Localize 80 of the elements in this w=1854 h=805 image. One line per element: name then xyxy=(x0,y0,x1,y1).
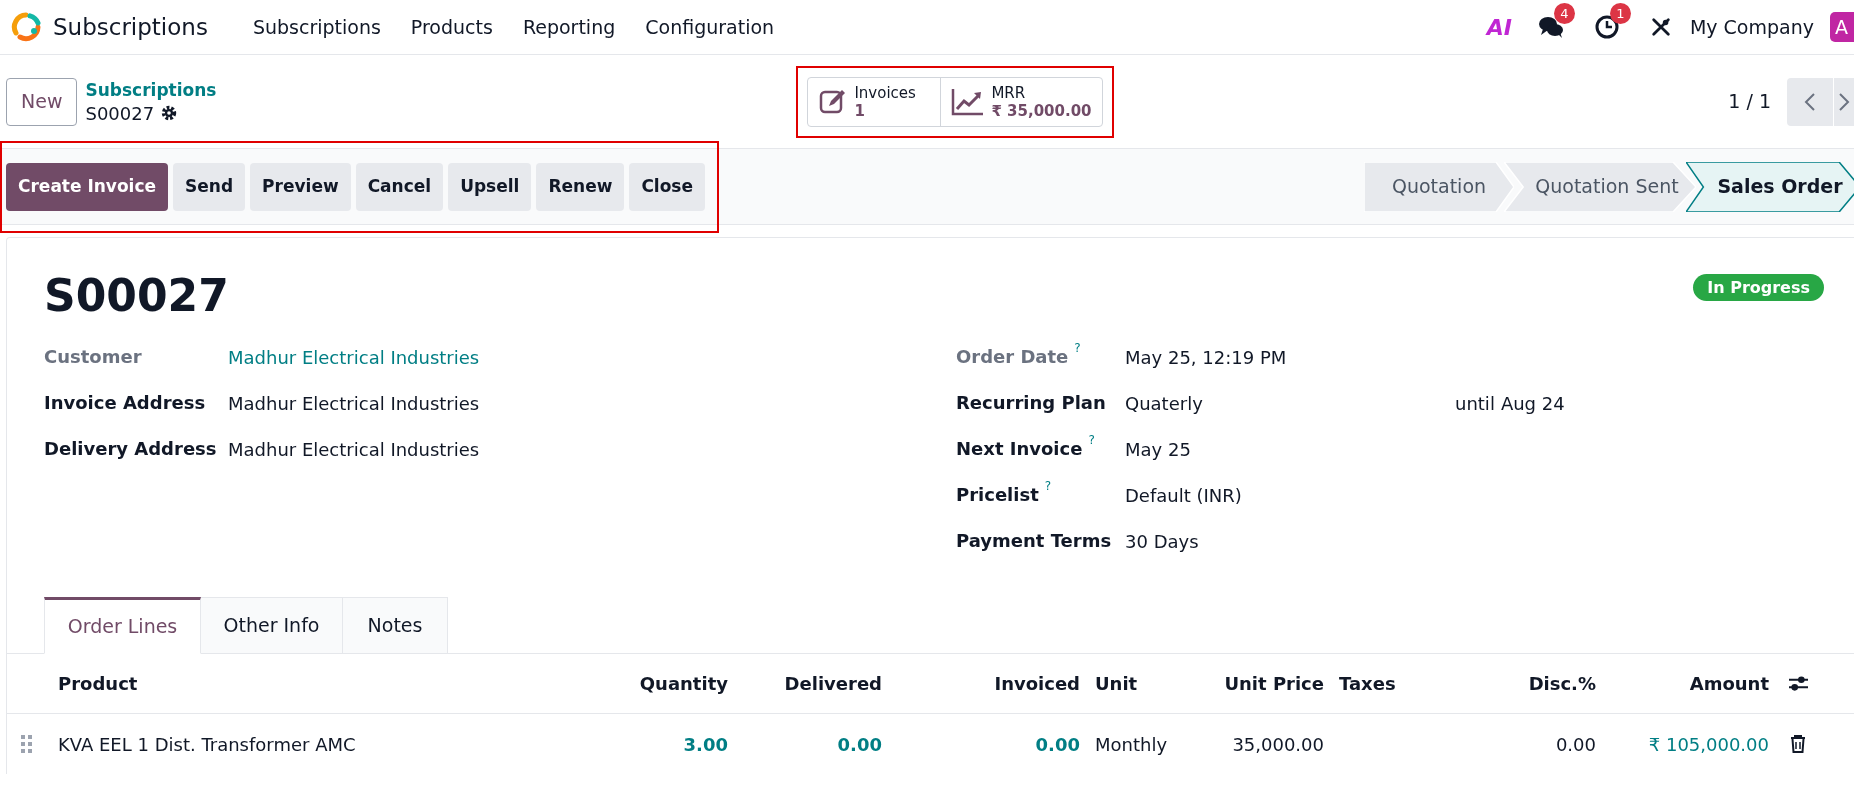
field-label: Payment Terms xyxy=(956,529,1112,553)
sliders-icon[interactable] xyxy=(1788,674,1809,693)
field-value: 30 Days xyxy=(1125,530,1200,554)
field-value: Madhur Electrical Industries xyxy=(228,392,481,416)
pager-value: 1 / 1 xyxy=(1728,89,1771,115)
tab[interactable]: Order Lines xyxy=(44,597,201,654)
table-cell-text: 35,000.00 xyxy=(1231,732,1324,757)
column-header[interactable]: Disc.% xyxy=(1524,670,1596,697)
action-button[interactable]: Cancel xyxy=(355,162,444,211)
next-button[interactable] xyxy=(1834,77,1854,126)
action-button[interactable]: Upsell xyxy=(448,162,532,211)
field-value: Madhur Electrical Industries xyxy=(228,438,481,462)
action-button[interactable]: Create Invoice xyxy=(6,162,169,211)
column-header[interactable]: Amount xyxy=(1596,670,1769,697)
chevron-left-icon xyxy=(1804,91,1816,112)
chevron-right-icon xyxy=(1838,91,1850,112)
field-label: Order Date xyxy=(956,345,1069,369)
help-icon[interactable]: ? xyxy=(1088,433,1095,447)
column-header[interactable]: Quantity xyxy=(598,670,728,697)
record-name: S00027 xyxy=(85,101,155,125)
app-logo-icon[interactable] xyxy=(10,11,42,43)
tab[interactable]: Notes xyxy=(343,597,448,654)
field-label: Customer xyxy=(44,345,142,369)
count-badge: 4 xyxy=(1553,3,1575,24)
column-header[interactable]: Invoiced xyxy=(882,670,1080,697)
action-button[interactable]: Preview xyxy=(250,162,351,211)
status-badge: In Progress xyxy=(1693,274,1824,301)
field-value: May 25, 12:19 PM xyxy=(1125,346,1288,370)
smart-button[interactable]: Invoices 1 xyxy=(808,77,941,126)
menu-item[interactable]: Products xyxy=(395,0,508,55)
field-value: May 25 xyxy=(1125,438,1192,462)
field-value: Default (INR) xyxy=(1125,484,1243,508)
column-header[interactable]: Product xyxy=(50,670,598,697)
customer-link[interactable]: Madhur Electrical Industries xyxy=(228,343,558,371)
user-avatar[interactable]: A xyxy=(1830,12,1854,42)
drag-handle-icon[interactable] xyxy=(21,735,33,753)
field-label: Delivery Address xyxy=(44,437,217,461)
field-value: Aug 24 xyxy=(1500,392,1565,416)
tools-icon[interactable] xyxy=(1649,16,1672,38)
menu-item[interactable]: Configuration xyxy=(630,0,790,55)
column-header[interactable]: Unit Price xyxy=(1188,670,1324,697)
action-button[interactable]: Send xyxy=(173,162,246,211)
trash-icon[interactable] xyxy=(1790,735,1806,753)
field-label: Next Invoice xyxy=(956,437,1083,461)
previous-button[interactable] xyxy=(1787,77,1833,126)
table-cell-text: KVA EEL 1 Dist. Transformer AMC xyxy=(57,732,357,757)
count-badge: 1 xyxy=(1609,3,1631,24)
settings-icon[interactable] xyxy=(160,104,179,122)
app-name[interactable]: Subscriptions xyxy=(53,9,208,45)
column-header[interactable]: Delivered xyxy=(728,670,882,697)
action-button[interactable]: Close xyxy=(629,162,705,211)
field-label: Pricelist xyxy=(956,483,1039,507)
column-header[interactable]: Taxes xyxy=(1324,670,1524,697)
new-button[interactable]: New xyxy=(6,77,78,126)
table-cell-text: 3.00 xyxy=(682,732,728,757)
company-switcher[interactable]: My Company xyxy=(1689,12,1814,42)
ai-button[interactable]: AI xyxy=(1486,10,1512,44)
help-icon[interactable]: ? xyxy=(1044,479,1052,493)
table-cell-text: 0.00 xyxy=(1034,732,1080,757)
menu-item[interactable]: Subscriptions xyxy=(237,0,396,55)
record-title: S00027 xyxy=(44,269,229,323)
help-icon[interactable]: ? xyxy=(1074,341,1081,355)
chart-icon xyxy=(951,86,986,117)
table-cell-text: Monthly xyxy=(1094,732,1169,757)
breadcrumb-link[interactable]: Subscriptions xyxy=(85,78,217,102)
table-cell-text: 0.00 xyxy=(836,732,882,757)
field-text: until xyxy=(1455,392,1495,416)
column-header[interactable]: Unit xyxy=(1080,670,1188,697)
status-stage[interactable]: Sales Order xyxy=(1686,161,1854,212)
tab[interactable]: Other Info xyxy=(201,597,343,654)
table-cell-text: 0.00 xyxy=(1554,732,1596,757)
field-label: Recurring Plan xyxy=(956,391,1106,415)
field-label: Invoice Address xyxy=(44,391,206,415)
table-cell-text: ₹ 105,000.00 xyxy=(1647,732,1769,757)
field-value: Quaterly xyxy=(1125,392,1204,416)
smart-button[interactable]: MRR ₹ 35,000.00 xyxy=(940,77,1102,126)
action-button[interactable]: Renew xyxy=(536,162,625,211)
status-stage[interactable]: Quotation xyxy=(1364,161,1514,212)
status-stage[interactable]: Quotation Sent xyxy=(1504,161,1696,212)
menu-item[interactable]: Reporting xyxy=(507,0,631,55)
